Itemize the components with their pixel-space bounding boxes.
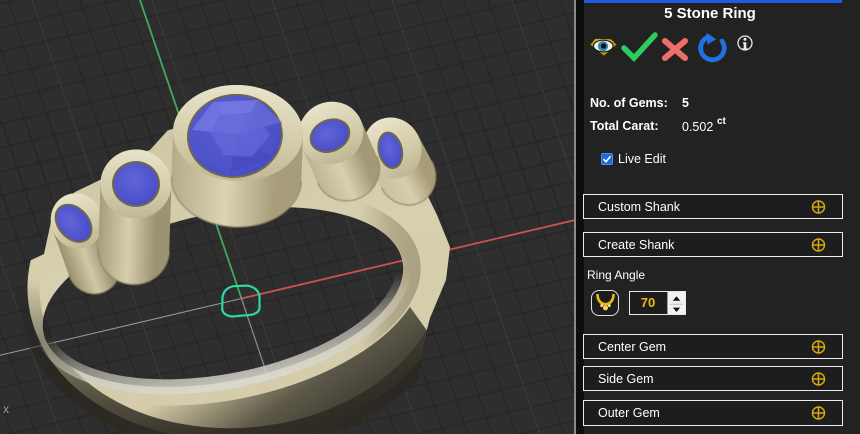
svg-text:x: x: [3, 402, 9, 416]
